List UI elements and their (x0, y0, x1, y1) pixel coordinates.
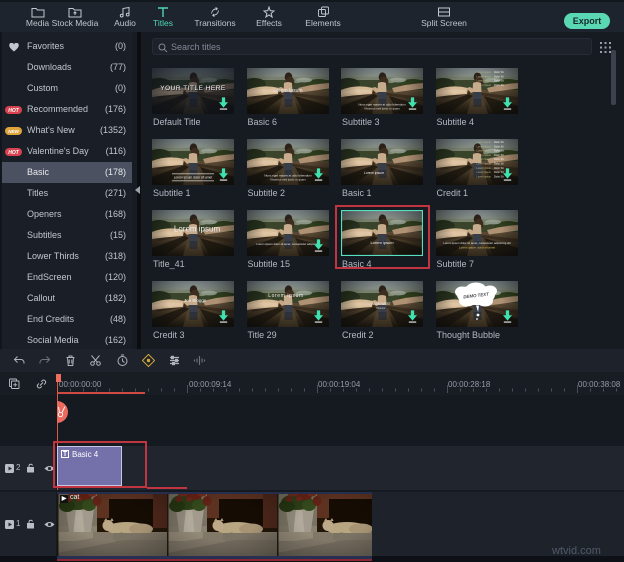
svg-text:Lorem ipsum dolor sit amet: Lorem ipsum dolor sit amet (458, 246, 494, 250)
svg-text:Dolor Sit: Dolor Sit (494, 141, 504, 144)
svg-text:HOT: HOT (8, 108, 20, 114)
svg-text:Vivamus sed justo ut quam: Vivamus sed justo ut quam (270, 178, 306, 182)
svg-text:Lorem ipsum: Lorem ipsum (476, 163, 490, 166)
svg-text:NEW: NEW (8, 129, 19, 134)
svg-text:Lorem ipsum: Lorem ipsum (476, 145, 490, 148)
svg-text:Dolor Sit: Dolor Sit (494, 71, 504, 74)
svg-text:Lorem ipsum: Lorem ipsum (268, 293, 304, 299)
svg-text:Dolor Sit: Dolor Sit (494, 154, 504, 157)
svg-text:Dolor Sit: Dolor Sit (494, 80, 504, 83)
svg-text:Dolor Sit: Dolor Sit (494, 175, 504, 178)
svg-text:Lorem ipsum: Lorem ipsum (476, 141, 490, 144)
svg-text:Lorem ipsum: Lorem ipsum (476, 158, 490, 161)
svg-text:Dolor Sit: Dolor Sit (494, 84, 504, 87)
svg-text:Lorem ipsum: Lorem ipsum (476, 154, 490, 157)
svg-text:ADAM WEST: ADAM WEST (371, 302, 390, 306)
svg-text:Dolor Sit: Dolor Sit (494, 163, 504, 166)
svg-text:Lorem ipsum: Lorem ipsum (476, 75, 490, 78)
svg-text:Lorem ipsum: Lorem ipsum (476, 167, 490, 170)
svg-text:Lorem ipsum: Lorem ipsum (364, 171, 384, 175)
svg-text:Lorem ipsum: Lorem ipsum (476, 80, 490, 83)
svg-text:Director: Director (376, 306, 385, 310)
svg-text:Vivamus sed justo ut quam: Vivamus sed justo ut quam (364, 107, 400, 111)
svg-text:Lorem ipsum dolor sit amet: Lorem ipsum dolor sit amet (174, 176, 213, 180)
svg-text:Joe Bloggs: Joe Bloggs (184, 298, 207, 303)
svg-text:Lorem Ipsum: Lorem Ipsum (273, 88, 302, 94)
svg-text:YOUR TITLE HERE: YOUR TITLE HERE (160, 85, 226, 92)
svg-text:Lorem ipsum: Lorem ipsum (476, 150, 490, 153)
svg-text:Dolor Sit: Dolor Sit (494, 75, 504, 78)
svg-text:Lorem ipsum dolor sit amet, co: Lorem ipsum dolor sit amet, consectetur … (443, 241, 511, 245)
svg-text:Lorem ipsum dolor sit amet, co: Lorem ipsum dolor sit amet, consectetur … (256, 242, 319, 246)
svg-text:Lorem ipsum: Lorem ipsum (476, 175, 490, 178)
svg-text:Lorem ipsum: Lorem ipsum (174, 225, 221, 234)
svg-text:HOT: HOT (8, 150, 20, 156)
svg-text:Dolor Sit: Dolor Sit (494, 150, 504, 153)
svg-text:Lorem ipsum: Lorem ipsum (476, 171, 490, 174)
svg-text:Dolor Sit: Dolor Sit (494, 145, 504, 148)
svg-text:Lorem ipsum: Lorem ipsum (476, 71, 490, 74)
svg-text:Dolor Sit: Dolor Sit (494, 171, 504, 174)
svg-text:Dolor Sit: Dolor Sit (494, 167, 504, 170)
svg-text:Dolor Sit: Dolor Sit (494, 158, 504, 161)
svg-text:Lorem ipsum: Lorem ipsum (476, 84, 490, 87)
